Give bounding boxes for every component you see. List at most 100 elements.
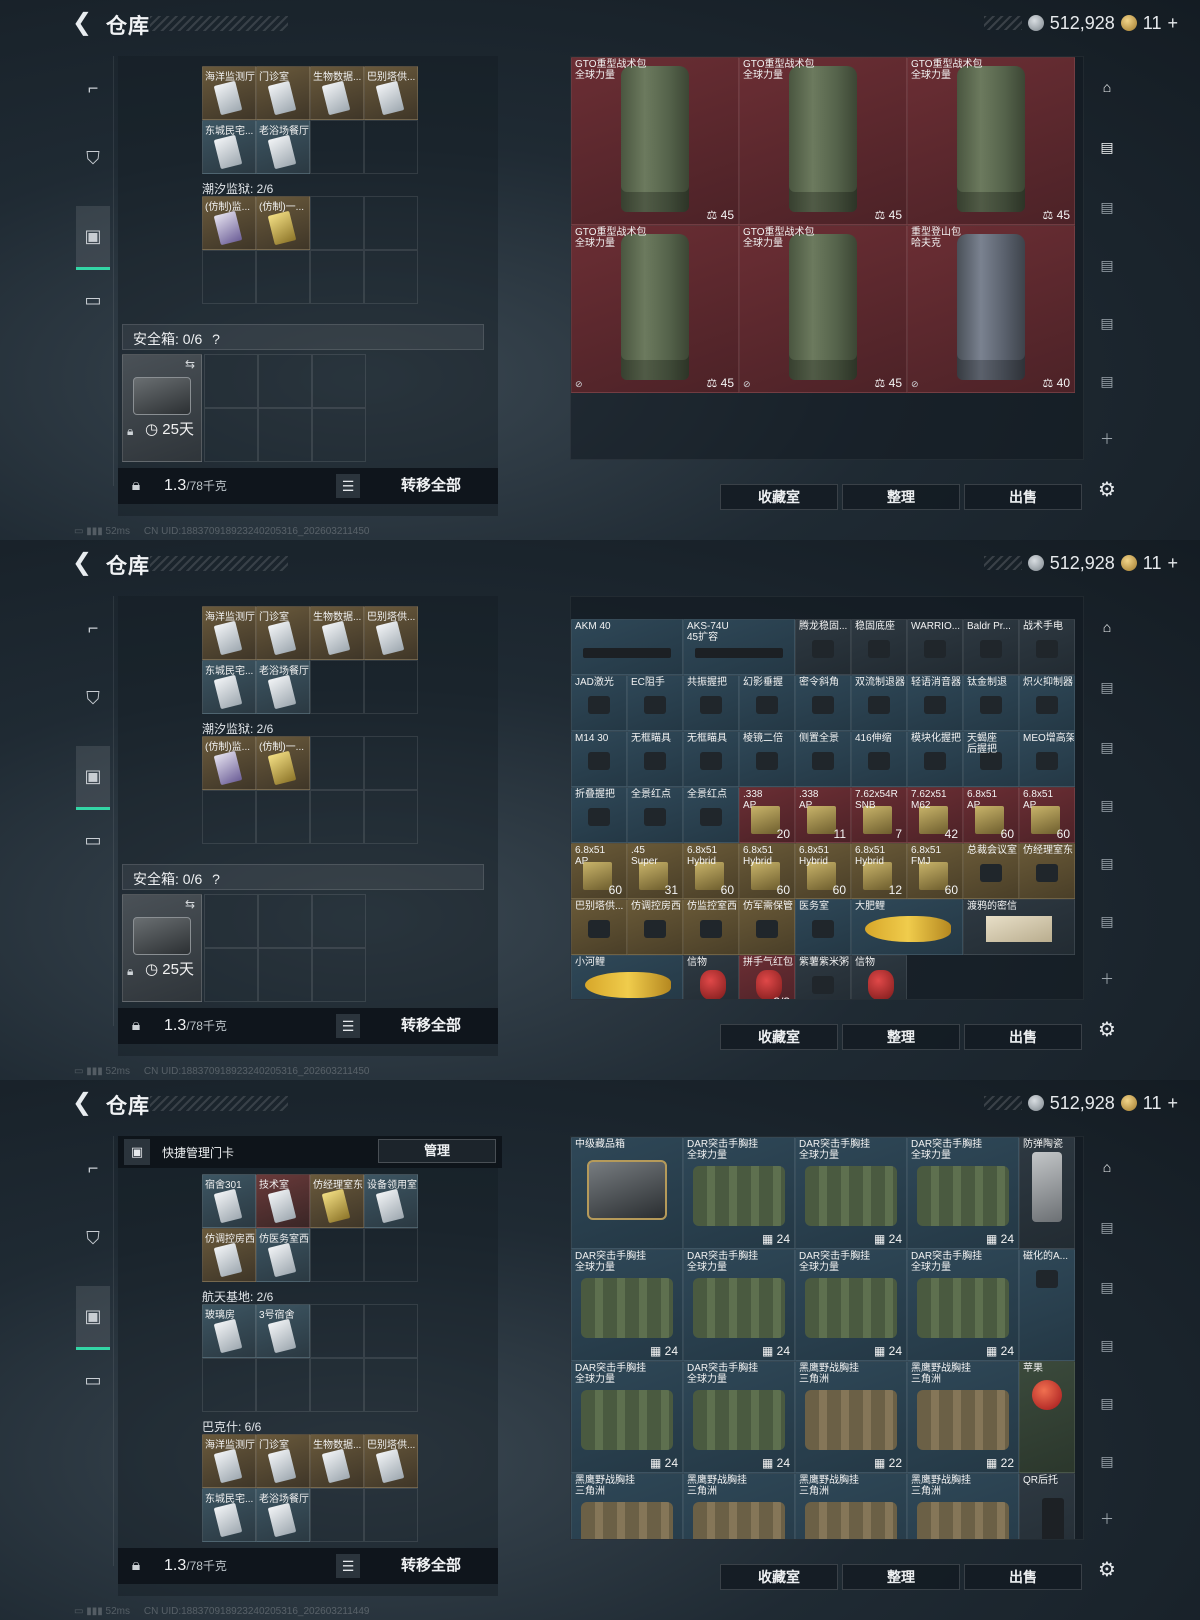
keycard[interactable]: (仿制)监...: [202, 736, 256, 790]
safe-slot[interactable]: [204, 408, 258, 462]
stash-item[interactable]: AKM 40: [571, 619, 683, 675]
stash-item[interactable]: 磁化的A...: [1019, 1249, 1075, 1361]
stash-item[interactable]: GTO重型战术包 全球力量 ⚖ 45: [571, 57, 739, 225]
stash-item[interactable]: 6.8x51 Hybrid 60: [795, 843, 851, 899]
stash-item[interactable]: 6.8x51 Hybrid 60: [683, 843, 739, 899]
empty-slot[interactable]: [202, 1358, 256, 1412]
keycard[interactable]: 海洋监测厅: [202, 1434, 256, 1488]
collection-room-button[interactable]: 收藏室: [720, 1564, 838, 1590]
stash-item[interactable]: 拼手气红包 3/3: [739, 955, 795, 999]
stash-item[interactable]: JAD激光: [571, 675, 627, 731]
stash-tab-home[interactable]: ⌂: [1090, 1150, 1124, 1184]
stash-item[interactable]: 全景红点: [683, 787, 739, 843]
stash-item[interactable]: 炽火抑制器: [1019, 675, 1075, 731]
stash-item[interactable]: 6.8x51 FMJ 60: [907, 843, 963, 899]
safe-case[interactable]: ⇆ 🔒︎ ◷ 25天: [122, 354, 202, 462]
stash-item[interactable]: 6.8x51 AP 60: [571, 843, 627, 899]
empty-slot[interactable]: [310, 1358, 364, 1412]
stash-item[interactable]: .338 AP 20: [739, 787, 795, 843]
stash-item[interactable]: 仿调控房西: [627, 899, 683, 955]
stash-item[interactable]: EC阻手: [627, 675, 683, 731]
stash-tab-1[interactable]: ▤: [1090, 670, 1124, 704]
add-premium-button[interactable]: +: [1167, 1093, 1178, 1114]
keycard[interactable]: 3号宿舍: [256, 1304, 310, 1358]
stash-item[interactable]: GTO重型战术包 全球力量 ⚖ 45 ⊘: [571, 225, 739, 393]
back-button[interactable]: ❮: [72, 550, 94, 576]
empty-slot[interactable]: [364, 790, 418, 844]
collection-room-button[interactable]: 收藏室: [720, 484, 838, 510]
transfer-all-button[interactable]: 转移全部: [366, 468, 496, 504]
stash-item[interactable]: 双流制退器: [851, 675, 907, 731]
stash-item[interactable]: 416伸缩: [851, 731, 907, 787]
empty-slot[interactable]: [310, 1488, 364, 1542]
stash-item[interactable]: 中级藏品箱: [571, 1137, 683, 1249]
stash-tab-4[interactable]: ▤: [1090, 846, 1124, 880]
stash-item[interactable]: DAR突击手胸挂 全球力量 ▦ 24: [907, 1137, 1019, 1249]
back-button[interactable]: ❮: [72, 1090, 94, 1116]
sort-button[interactable]: 整理: [842, 1564, 960, 1590]
stash-item[interactable]: 共振握把: [683, 675, 739, 731]
stash-item[interactable]: 医务室: [795, 899, 851, 955]
empty-slot[interactable]: [364, 120, 418, 174]
keycard[interactable]: 技术室: [256, 1174, 310, 1228]
sidebar-item-weapons[interactable]: ⌐: [76, 1150, 110, 1186]
gear-icon[interactable]: ⚙: [1090, 1012, 1124, 1046]
keycard[interactable]: 老浴场餐厅: [256, 120, 310, 174]
stash-tab-3[interactable]: ▤: [1090, 248, 1124, 282]
stash-item[interactable]: 6.8x51 Hybrid 12: [851, 843, 907, 899]
back-button[interactable]: ❮: [72, 10, 94, 36]
stash-item[interactable]: 7.62x51 M62 42: [907, 787, 963, 843]
stash-item[interactable]: MEO增高架: [1019, 731, 1075, 787]
empty-slot[interactable]: [310, 120, 364, 174]
keycard[interactable]: 海洋监测厅: [202, 66, 256, 120]
stash-item[interactable]: 黑鹰野战胸挂 三角洲 ▦ 22: [907, 1361, 1019, 1473]
stash-tab-home[interactable]: ⌂: [1090, 610, 1124, 644]
safe-slot[interactable]: [258, 408, 312, 462]
sell-button[interactable]: 出售: [964, 1024, 1082, 1050]
lock-icon[interactable]: 🔒︎: [122, 1557, 150, 1575]
gear-icon[interactable]: ⚙: [1090, 1552, 1124, 1586]
stash-item[interactable]: 大肥鲤: [851, 899, 963, 955]
stash-item[interactable]: 总裁会议室: [963, 843, 1019, 899]
stash-tab-5[interactable]: ▤: [1090, 364, 1124, 398]
stash-item[interactable]: .338 AP 11: [795, 787, 851, 843]
stash-tab-3[interactable]: ▤: [1090, 788, 1124, 822]
stash-item[interactable]: 黑鹰野战胸挂 三角洲: [795, 1473, 907, 1539]
safe-slot[interactable]: [312, 948, 366, 1002]
keycard[interactable]: 门诊室: [256, 66, 310, 120]
empty-slot[interactable]: [310, 1304, 364, 1358]
keycard[interactable]: 仿医务室西: [256, 1228, 310, 1282]
stash-tab-5[interactable]: ▤: [1090, 904, 1124, 938]
sort-button[interactable]: 整理: [842, 484, 960, 510]
empty-slot[interactable]: [310, 736, 364, 790]
stash-item[interactable]: DAR突击手胸挂 全球力量 ▦ 24: [683, 1361, 795, 1473]
list-icon[interactable]: ☰: [336, 474, 360, 498]
keycard[interactable]: 巴别塔供...: [364, 606, 418, 660]
keycard[interactable]: 仿调控房西: [202, 1228, 256, 1282]
sidebar-item-toolbox[interactable]: ▭: [76, 822, 110, 858]
keycard[interactable]: 海洋监测厅: [202, 606, 256, 660]
stash-item[interactable]: 黑鹰野战胸挂 三角洲 ▦ 22: [795, 1361, 907, 1473]
keycard[interactable]: 门诊室: [256, 606, 310, 660]
sell-button[interactable]: 出售: [964, 484, 1082, 510]
stash-item[interactable]: 7.62x54R SNB 7: [851, 787, 907, 843]
empty-slot[interactable]: [364, 250, 418, 304]
sidebar-item-weapons[interactable]: ⌐: [76, 70, 110, 106]
keycard[interactable]: 东城民宅...: [202, 1488, 256, 1542]
stash-item[interactable]: DAR突击手胸挂 全球力量 ▦ 24: [795, 1249, 907, 1361]
sidebar-item-toolbox[interactable]: ▭: [76, 282, 110, 318]
keycard[interactable]: 东城民宅...: [202, 120, 256, 174]
sidebar-item-equipment[interactable]: ⛉: [76, 680, 110, 716]
stash-tab-add[interactable]: ＋: [1090, 962, 1124, 996]
stash-tab-add[interactable]: ＋: [1090, 422, 1124, 456]
safe-slot[interactable]: [204, 354, 258, 408]
stash-tab-1[interactable]: ▤: [1090, 1210, 1124, 1244]
empty-slot[interactable]: [364, 1488, 418, 1542]
stash-item[interactable]: 黑鹰野战胸挂 三角洲: [571, 1473, 683, 1539]
stash-tab-2[interactable]: ▤: [1090, 1270, 1124, 1304]
keycard[interactable]: (仿制)监...: [202, 196, 256, 250]
stash-item[interactable]: DAR突击手胸挂 全球力量 ▦ 24: [907, 1249, 1019, 1361]
keycard[interactable]: 生物数据...: [310, 1434, 364, 1488]
keycard[interactable]: 老浴场餐厅: [256, 660, 310, 714]
safe-slot[interactable]: [204, 894, 258, 948]
